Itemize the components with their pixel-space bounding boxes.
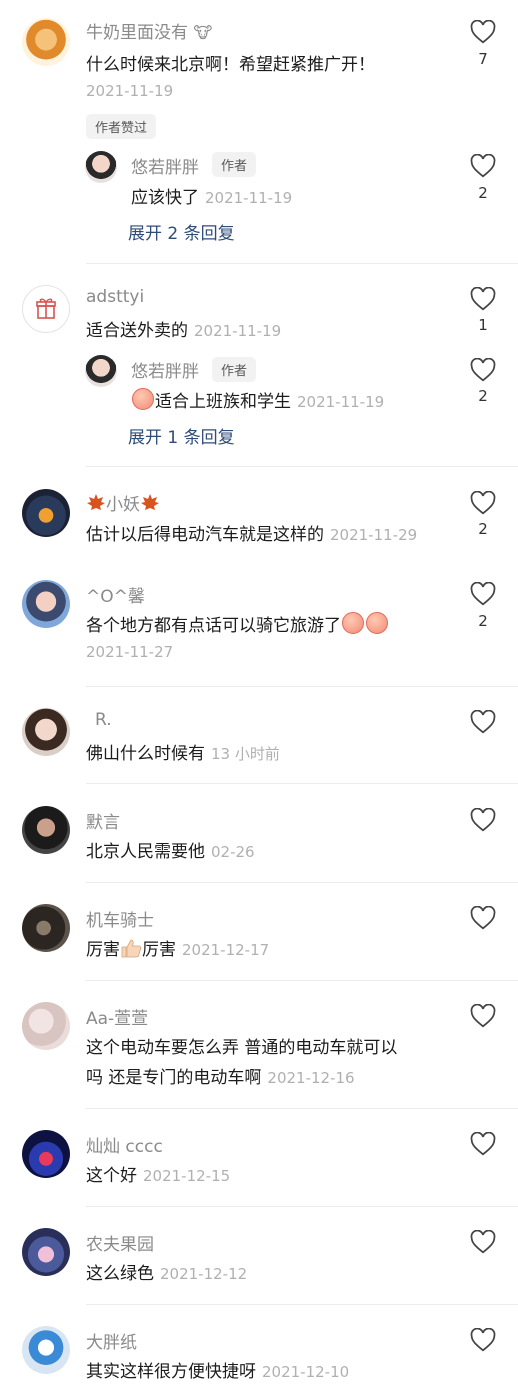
user-avatar[interactable]: [85, 355, 117, 387]
username[interactable]: 悠若胖胖: [131, 357, 199, 382]
comment-text[interactable]: 这么绿色 2021-12-12: [86, 1259, 247, 1284]
comment-text[interactable]: 什么时候来北京啊！希望赶紧推广开！: [86, 50, 375, 75]
divider: [86, 686, 518, 687]
comment-text[interactable]: 其实这样很方便快捷呀 2021-12-10: [86, 1357, 349, 1382]
expand-replies-link[interactable]: 展开 1 条回复: [128, 423, 235, 448]
heart-outline-icon[interactable]: [470, 808, 496, 832]
user-avatar[interactable]: [22, 285, 70, 333]
heart-outline-icon[interactable]: [470, 906, 496, 930]
comment-text[interactable]: 北京人民需要他 02-26: [86, 837, 255, 862]
divider: [86, 783, 518, 784]
like-count: 7: [478, 50, 488, 68]
maple-leaf-icon: [141, 494, 159, 510]
user-avatar[interactable]: [22, 489, 70, 537]
gift-icon: [36, 298, 56, 319]
user-avatar[interactable]: [22, 18, 70, 66]
divider: [86, 466, 518, 467]
username[interactable]: 悠若胖胖: [131, 153, 199, 178]
comment-text[interactable]: 这个电动车要怎么弄 普通的电动车就可以: [86, 1033, 397, 1058]
heart-outline-icon[interactable]: [470, 710, 496, 734]
maple-leaf-icon: [87, 494, 105, 510]
like-count: 2: [478, 387, 488, 405]
divider: [86, 1108, 518, 1109]
heart-outline-icon[interactable]: [470, 582, 496, 606]
like-count: 2: [478, 612, 488, 630]
like-count: 1: [478, 316, 488, 334]
heart-outline-icon[interactable]: [470, 154, 496, 178]
divider: [86, 1206, 518, 1207]
divider: [86, 882, 518, 883]
user-avatar[interactable]: [22, 1228, 70, 1276]
user-avatar[interactable]: [22, 708, 70, 756]
thumbs-up-emoji: [121, 939, 142, 958]
comment-date: 2021-11-19: [86, 82, 174, 100]
comment-date: 2021-11-27: [86, 643, 174, 661]
like-count: 2: [478, 520, 488, 538]
heart-outline-icon[interactable]: [470, 1004, 496, 1028]
divider: [86, 1304, 518, 1305]
username[interactable]: adsttyi: [86, 287, 144, 307]
peach-face-emoji: [366, 612, 388, 634]
user-avatar[interactable]: [22, 580, 70, 628]
user-avatar[interactable]: [85, 151, 117, 183]
user-avatar[interactable]: [22, 806, 70, 854]
username[interactable]: 牛奶里面没有 🐮: [86, 18, 212, 43]
peach-face-emoji: [132, 388, 154, 410]
username[interactable]: R.: [95, 710, 112, 730]
comment-text[interactable]: 估计以后得电动汽车就是这样的 2021-11-29: [86, 520, 417, 545]
username[interactable]: 大胖纸: [86, 1328, 137, 1353]
comment-text[interactable]: 吗 还是专门的电动车啊 2021-12-16: [86, 1063, 355, 1088]
divider: [86, 980, 518, 981]
heart-outline-icon[interactable]: [470, 491, 496, 515]
heart-outline-icon[interactable]: [470, 1328, 496, 1352]
heart-outline-icon[interactable]: [470, 20, 496, 44]
heart-outline-icon[interactable]: [470, 1132, 496, 1156]
peach-face-emoji: [342, 612, 364, 634]
heart-outline-icon[interactable]: [470, 1230, 496, 1254]
comment-text[interactable]: 厉害 厉害 2021-12-17: [86, 935, 269, 960]
username[interactable]: ^O^馨: [86, 582, 145, 607]
reply-text[interactable]: 适合上班族和学生 2021-11-19: [131, 387, 384, 412]
username[interactable]: 农夫果园: [86, 1230, 154, 1255]
comment-text[interactable]: 各个地方都有点话可以骑它旅游了: [86, 611, 389, 636]
comment-text[interactable]: 适合送外卖的 2021-11-19: [86, 316, 281, 341]
user-avatar[interactable]: [22, 1130, 70, 1178]
user-avatar[interactable]: [22, 904, 70, 952]
expand-replies-link[interactable]: 展开 2 条回复: [128, 219, 235, 244]
author-tag: 作者: [212, 357, 257, 382]
divider: [86, 263, 518, 264]
username[interactable]: Aa-萱萱: [86, 1004, 148, 1029]
user-avatar[interactable]: [22, 1326, 70, 1374]
like-count: 2: [478, 184, 488, 202]
comment-text[interactable]: 这个好 2021-12-15: [86, 1161, 230, 1186]
author-liked-badge: 作者赞过: [86, 114, 157, 139]
username[interactable]: 机车骑士: [86, 906, 154, 931]
author-tag: 作者: [212, 152, 257, 177]
heart-outline-icon[interactable]: [470, 358, 496, 382]
username[interactable]: 默言: [86, 808, 120, 833]
comment-text[interactable]: 佛山什么时候有 13 小时前: [86, 739, 280, 764]
user-avatar[interactable]: [22, 1002, 70, 1050]
reply-text[interactable]: 应该快了 2021-11-19: [131, 183, 292, 208]
heart-outline-icon[interactable]: [470, 287, 496, 311]
username[interactable]: 小妖: [86, 490, 160, 515]
username[interactable]: 灿灿 cccc: [86, 1132, 163, 1157]
